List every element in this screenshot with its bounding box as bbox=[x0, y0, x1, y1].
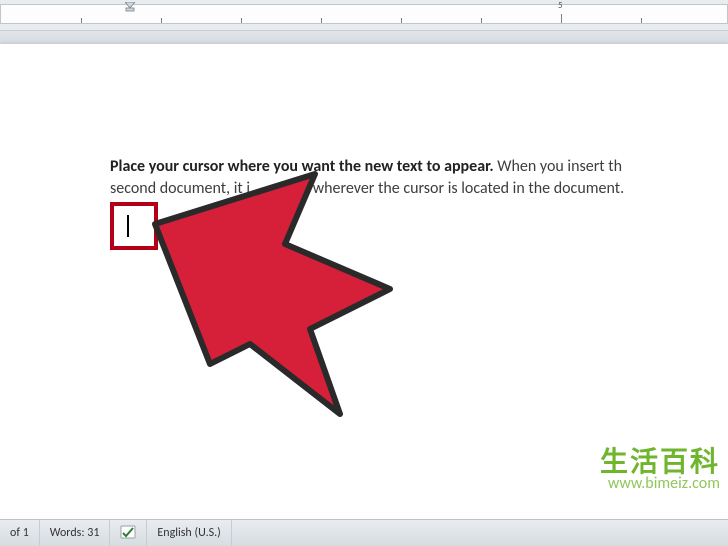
ruler-tick-5: 5 bbox=[558, 0, 563, 11]
document-body-text[interactable]: Place your cursor where you want the new… bbox=[110, 156, 728, 200]
instruction-line1-rest: When you insert th bbox=[494, 157, 622, 176]
horizontal-ruler[interactable]: 5 bbox=[0, 4, 728, 24]
instruction-bold: Place your cursor where you want the new… bbox=[110, 157, 494, 176]
instruction-line2a: second document, it i bbox=[110, 179, 250, 198]
watermark-cn: 生活百科 bbox=[600, 448, 720, 476]
watermark: 生活百科 www.bimeiz.com bbox=[600, 448, 720, 492]
red-arrow-overlay bbox=[145, 164, 405, 424]
status-bar: of 1 Words: 31 English (U.S.) bbox=[0, 519, 728, 546]
status-word-count[interactable]: Words: 31 bbox=[40, 520, 111, 546]
text-caret-icon bbox=[127, 215, 129, 237]
cursor-highlight-box bbox=[110, 202, 158, 250]
watermark-url: www.bimeiz.com bbox=[600, 476, 720, 492]
indent-marker-icon[interactable] bbox=[125, 2, 135, 12]
instruction-line2b: d wherever the cursor is located in the … bbox=[301, 179, 624, 198]
status-spellcheck[interactable] bbox=[110, 520, 147, 546]
status-language[interactable]: English (U.S.) bbox=[147, 520, 231, 546]
ruler-area: 5 bbox=[0, 0, 728, 31]
status-page-count[interactable]: of 1 bbox=[0, 520, 40, 546]
document-page[interactable]: Place your cursor where you want the new… bbox=[0, 44, 728, 520]
page-area: Place your cursor where you want the new… bbox=[0, 44, 728, 520]
spellcheck-icon bbox=[120, 525, 136, 541]
